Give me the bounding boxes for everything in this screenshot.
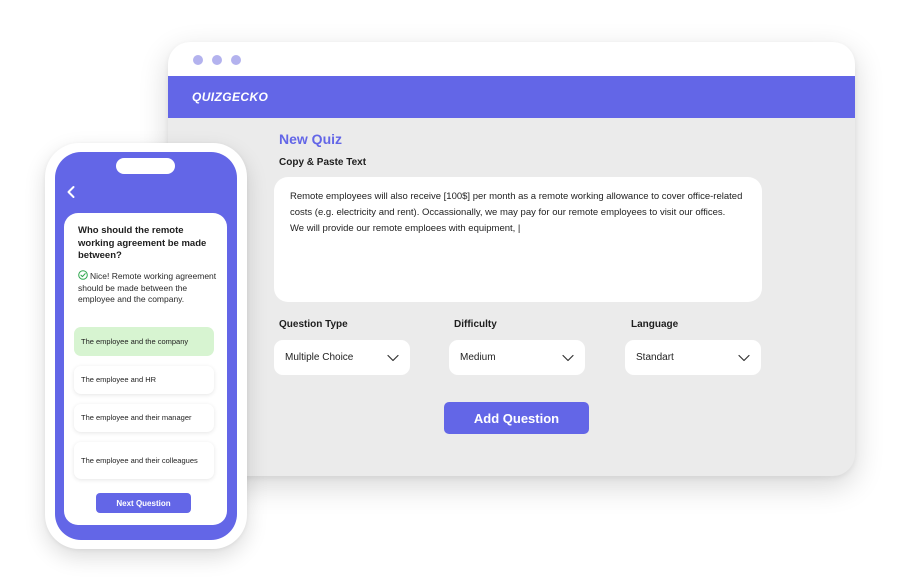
- phone-screen: Who should the remote working agreement …: [55, 152, 237, 540]
- add-question-button[interactable]: Add Question: [444, 402, 589, 434]
- window-dot-close[interactable]: [193, 55, 203, 65]
- window-dot-minimize[interactable]: [212, 55, 222, 65]
- phone-mockup: Who should the remote working agreement …: [45, 143, 247, 549]
- chevron-down-icon: [387, 354, 399, 361]
- window-dot-maximize[interactable]: [231, 55, 241, 65]
- answer-feedback: Nice! Remote working agreement should be…: [78, 270, 218, 306]
- brand-logo[interactable]: QUIZGECKO: [192, 90, 268, 104]
- text-line: costs (e.g. electricity and rent). Occas…: [290, 207, 726, 218]
- difficulty-value: Medium: [460, 352, 496, 363]
- answer-option-label: The employee and their colleagues: [81, 455, 198, 465]
- back-button[interactable]: [65, 185, 77, 199]
- chevron-down-icon: [738, 354, 750, 361]
- answer-option[interactable]: The employee and HR: [74, 366, 214, 394]
- language-value: Standart: [636, 352, 674, 363]
- next-question-button[interactable]: Next Question: [96, 493, 191, 513]
- question-text: Who should the remote working agreement …: [78, 225, 207, 261]
- phone-notch: [116, 158, 175, 174]
- page-title: New Quiz: [279, 131, 343, 147]
- difficulty-label: Difficulty: [454, 319, 497, 330]
- check-circle-icon: [78, 270, 88, 280]
- feedback-text: Nice! Remote working agreement should be…: [78, 271, 217, 304]
- app-header: QUIZGECKO: [168, 76, 855, 118]
- text-input-label: Copy & Paste Text: [279, 157, 367, 168]
- question-type-label: Question Type: [279, 319, 348, 330]
- chevron-down-icon: [562, 354, 574, 361]
- answer-option-correct[interactable]: The employee and the company: [74, 327, 214, 356]
- question-type-select[interactable]: Multiple Choice: [274, 340, 410, 375]
- window-titlebar: [168, 42, 855, 76]
- answer-option-label: The employee and their manager: [81, 413, 192, 422]
- question-type-value: Multiple Choice: [285, 352, 354, 363]
- browser-window: QUIZGECKO New Quiz Copy & Paste Text Rem…: [168, 42, 855, 476]
- language-label: Language: [631, 319, 679, 330]
- answer-option-label: The employee and HR: [81, 375, 157, 384]
- answer-option[interactable]: The employee and their colleagues: [74, 442, 214, 479]
- difficulty-select[interactable]: Medium: [449, 340, 585, 375]
- language-select[interactable]: Standart: [625, 340, 761, 375]
- text-line: Remote employees will also receive [100$…: [290, 191, 743, 202]
- paste-text-area[interactable]: Remote employees will also receive [100$…: [274, 177, 762, 302]
- answer-option[interactable]: The employee and their manager: [74, 404, 214, 432]
- answer-option-label: The employee and the company: [81, 336, 189, 346]
- text-line: We will provide our remote emploees with…: [290, 223, 521, 234]
- quiz-card: Who should the remote working agreement …: [64, 213, 227, 525]
- chevron-left-icon: [67, 186, 75, 198]
